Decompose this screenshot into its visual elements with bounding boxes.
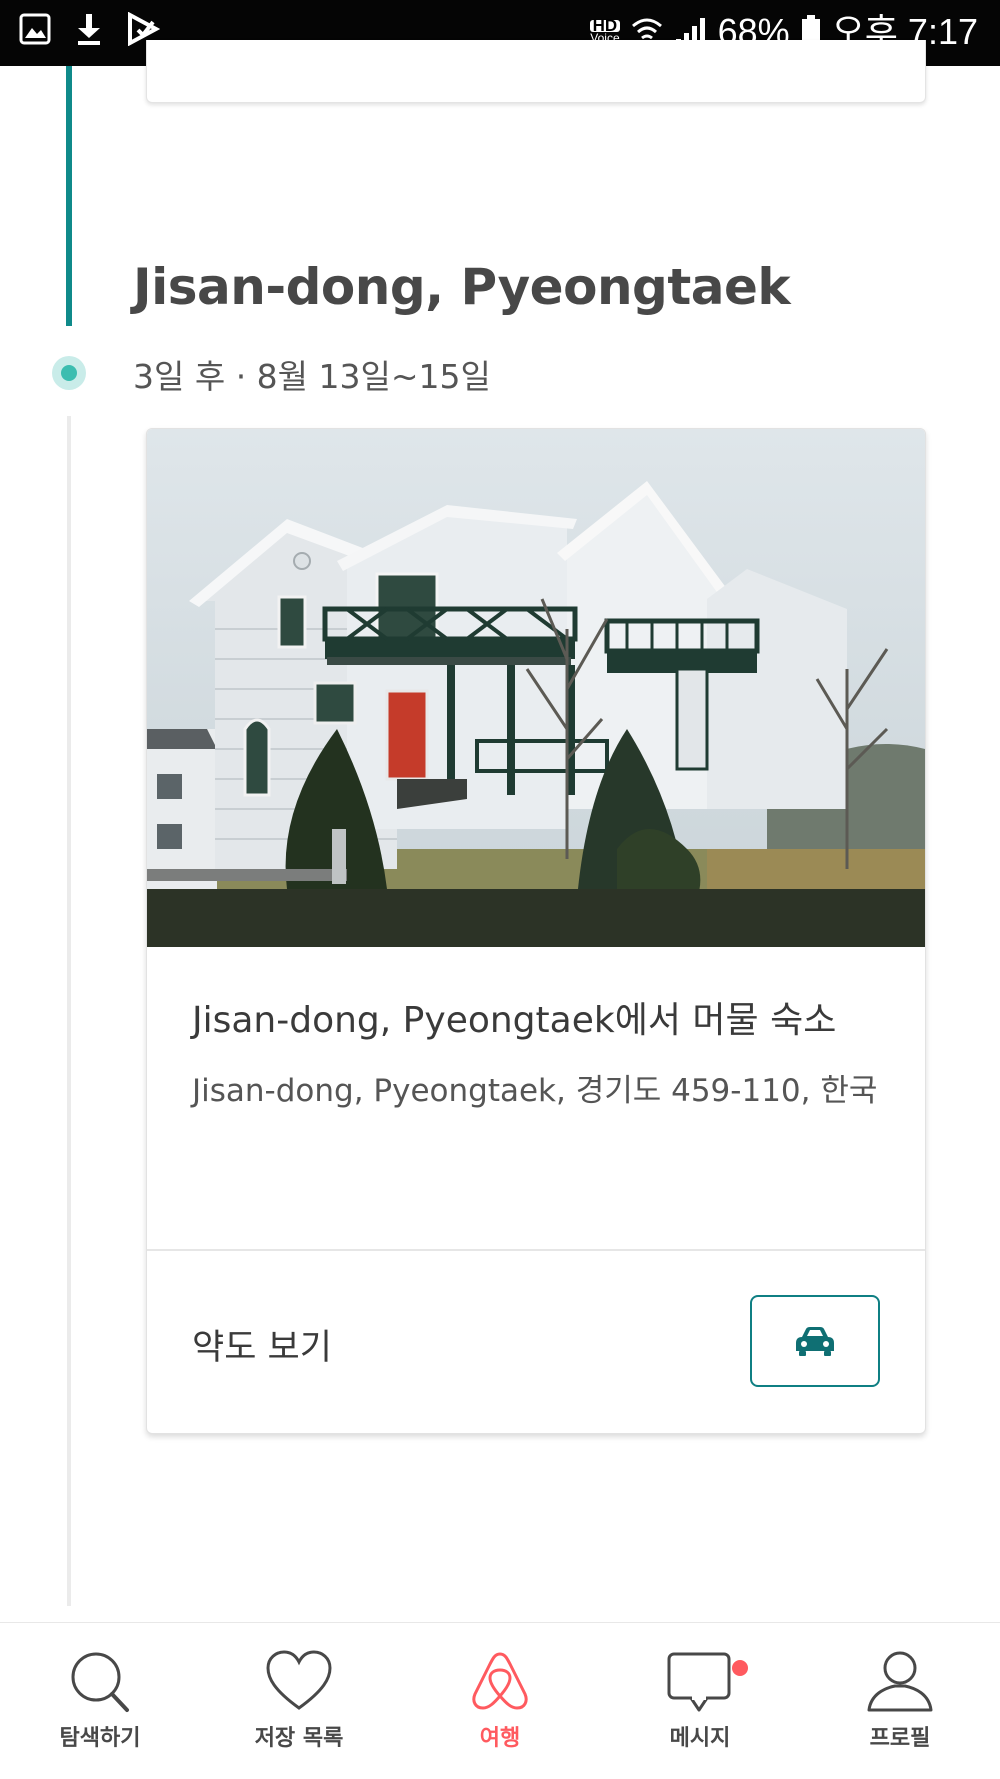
trip-title: Jisan-dong, Pyeongtaek (133, 258, 791, 316)
car-icon (796, 1327, 834, 1356)
timeline-line-future (67, 416, 71, 1606)
timeline-dot (52, 356, 86, 390)
download-icon (78, 14, 100, 45)
listing-title: Jisan-dong, Pyeongtaek에서 머물 숙소 (192, 1000, 837, 1041)
airbnb-logo-icon (472, 1652, 528, 1710)
card-divider (147, 1249, 925, 1251)
gallery-icon (19, 13, 51, 45)
message-icon (667, 1652, 731, 1712)
listing-photo[interactable] (147, 429, 925, 947)
nav-profile[interactable]: 프로필 (820, 1648, 980, 1752)
nav-messages[interactable]: 메시지 (620, 1648, 780, 1752)
unread-badge (732, 1660, 748, 1676)
listing-info: Jisan-dong, Pyeongtaek에서 머물 숙소 Jisan-don… (192, 994, 892, 1112)
nav-saved[interactable]: 저장 목록 (219, 1648, 379, 1752)
listing-card[interactable]: Jisan-dong, Pyeongtaek에서 머물 숙소 Jisan-don… (146, 428, 926, 1434)
bottom-nav: 탐색하기 저장 목록 여행 메시지 프로필 (0, 1622, 1000, 1779)
view-map-link[interactable]: 약도 보기 (192, 1319, 332, 1370)
listing-address: Jisan-dong, Pyeongtaek, 경기도 459-110, 한국 (192, 1073, 878, 1109)
trip-dates: 3일 후 · 8월 13일~15일 (133, 357, 491, 396)
nav-label: 메시지 (669, 1726, 731, 1751)
search-icon (71, 1652, 129, 1712)
nav-label: 저장 목록 (254, 1726, 344, 1751)
nav-trips[interactable]: 여행 (420, 1648, 580, 1752)
nav-label: 프로필 (869, 1726, 931, 1751)
directions-button[interactable] (750, 1295, 880, 1387)
timeline-line-past (66, 66, 72, 326)
nav-label: 탐색하기 (59, 1726, 141, 1751)
nav-explore[interactable]: 탐색하기 (20, 1648, 180, 1752)
profile-icon (867, 1651, 933, 1712)
nav-label: 여행 (479, 1726, 521, 1751)
heart-icon (266, 1650, 332, 1710)
previous-trip-card[interactable] (146, 40, 926, 103)
